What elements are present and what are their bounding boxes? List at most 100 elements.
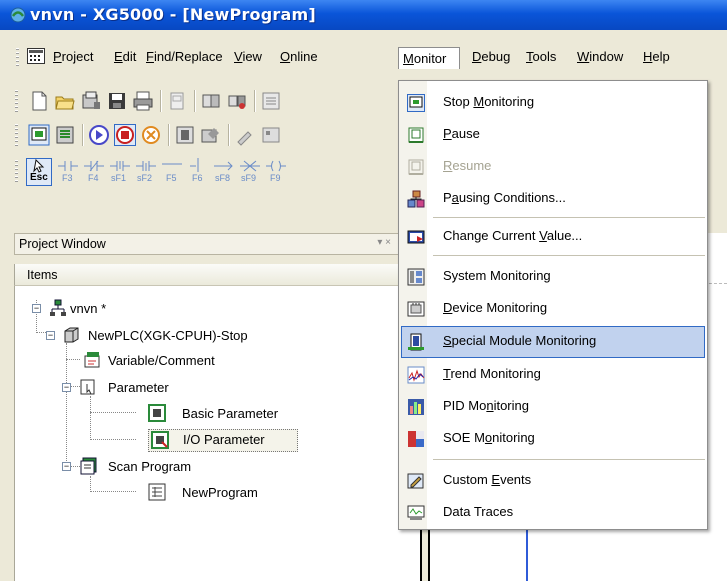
pause-icon[interactable]: [140, 124, 162, 146]
menu-item-label: Change Current Value...: [443, 228, 583, 243]
print-icon[interactable]: [132, 90, 154, 112]
menu-debug[interactable]: Debug: [468, 44, 514, 70]
contact-no-button[interactable]: F3: [56, 158, 80, 186]
open-project-icon[interactable]: [80, 90, 102, 112]
menu-item-label: Special Module Monitoring: [443, 333, 597, 348]
menu-item-data-traces[interactable]: Data Traces: [401, 497, 705, 529]
print-preview-icon[interactable]: [166, 90, 188, 112]
menu-separator: [433, 459, 705, 460]
new-file-icon[interactable]: [28, 90, 50, 112]
items-header-label: Items: [27, 268, 58, 282]
probe-icon[interactable]: [234, 124, 256, 146]
menu-item-label: PID Monitoring: [443, 398, 529, 413]
open-folder-icon[interactable]: [54, 90, 76, 112]
diagnostic-icon[interactable]: [260, 124, 282, 146]
menu-item-label: Pause: [443, 126, 480, 141]
vertical-line-button[interactable]: F6: [186, 158, 210, 186]
tree-label: Variable/Comment: [108, 353, 215, 368]
menu-item-label: System Monitoring: [443, 268, 551, 283]
pulse-contact-icon: [110, 161, 130, 171]
run-icon[interactable]: [88, 124, 110, 146]
start-monitoring-icon[interactable]: [28, 124, 50, 146]
menu-view[interactable]: View: [230, 44, 266, 70]
esc-button[interactable]: Esc: [26, 158, 52, 186]
custom-events-icon: [407, 473, 424, 489]
horizontal-line-button[interactable]: F5: [160, 158, 184, 186]
io-monitor-icon[interactable]: [54, 124, 76, 146]
tree-label: Basic Parameter: [182, 406, 279, 421]
tree-node-variable-comment[interactable]: Variable/Comment: [82, 350, 302, 372]
menu-find-replace[interactable]: Find/Replace: [142, 44, 227, 70]
items-column-header[interactable]: Items: [14, 264, 400, 286]
collapse-icon[interactable]: −: [32, 304, 41, 313]
menu-item-system-monitoring[interactable]: System Monitoring: [401, 261, 705, 293]
ladder-toolbar: Esc F3 F4 sF1 sF2 F5 F6 sF8 sF9 F9: [0, 152, 400, 192]
horizontal-line-icon: [162, 163, 182, 165]
menu-item-label: SOE Monitoring: [443, 430, 535, 445]
continuous-line-button[interactable]: sF8: [212, 158, 236, 186]
menu-item-change-current-value[interactable]: Change Current Value...: [401, 221, 705, 253]
tree-node-project[interactable]: − vnvn *: [18, 298, 218, 320]
menu-item-resume[interactable]: Resume: [401, 151, 705, 183]
tree-connector: [90, 476, 91, 492]
menu-monitor[interactable]: Monitor: [398, 47, 460, 69]
menu-bar: Project Edit Find/Replace View Online Mo…: [0, 44, 727, 70]
menu-item-trend-monitoring[interactable]: Trend Monitoring: [401, 359, 705, 391]
menu-online[interactable]: Online: [276, 44, 322, 70]
tree-node-io-parameter[interactable]: I/O Parameter: [148, 429, 298, 452]
mdi-document-icon[interactable]: [27, 48, 45, 64]
disconnect-icon[interactable]: [226, 90, 248, 112]
menu-item-device-monitoring[interactable]: Device Monitoring: [401, 293, 705, 325]
menu-tools[interactable]: Tools: [522, 44, 560, 70]
tree-label: Parameter: [108, 380, 169, 395]
menu-item-pause[interactable]: Pause: [401, 119, 705, 151]
coil-icon: [266, 160, 286, 172]
collapse-icon[interactable]: −: [46, 331, 55, 340]
menu-project[interactable]: Project: [49, 44, 97, 70]
tree-node-scan-program[interactable]: − Scan Program: [60, 456, 280, 478]
compile-icon[interactable]: [260, 90, 282, 112]
tree-node-plc[interactable]: − NewPLC(XGK-CPUH)-Stop: [36, 325, 356, 347]
negative-pulse-button[interactable]: sF2: [134, 158, 158, 186]
device-monitoring-icon: [407, 301, 425, 317]
menu-edit[interactable]: Edit: [110, 44, 140, 70]
reset-icon[interactable]: [174, 124, 196, 146]
cursor-icon: [33, 159, 45, 173]
connect-icon[interactable]: [200, 90, 222, 112]
menu-item-label: Trend Monitoring: [443, 366, 541, 381]
menu-help[interactable]: Help: [639, 44, 674, 70]
menu-item-label: Device Monitoring: [443, 300, 548, 315]
tree-connector: [90, 412, 136, 413]
menu-item-label: Pausing Conditions...: [443, 190, 566, 205]
pause-icon: [408, 127, 424, 143]
contact-nc-button[interactable]: F4: [82, 158, 106, 186]
monitor-toolbar: [0, 118, 400, 152]
menu-item-soe-monitoring[interactable]: SOE Monitoring: [401, 423, 705, 455]
tree-node-basic-parameter[interactable]: Basic Parameter: [148, 403, 348, 425]
invert-button[interactable]: sF9: [238, 158, 262, 186]
collapse-icon[interactable]: −: [62, 462, 71, 471]
menu-item-custom-events[interactable]: Custom Events: [401, 465, 705, 497]
pausing-conditions-icon: [407, 190, 425, 208]
variable-comment-icon: [84, 352, 100, 368]
menu-item-label: Custom Events: [443, 472, 532, 487]
collapse-icon[interactable]: −: [62, 383, 71, 392]
menu-item-pausing-conditions[interactable]: Pausing Conditions...: [401, 183, 705, 215]
tree-connector: [66, 343, 67, 471]
tree-node-parameter[interactable]: − Parameter: [60, 377, 280, 399]
write-icon[interactable]: [200, 124, 222, 146]
contact-nc-icon: [84, 160, 104, 172]
coil-button[interactable]: F9: [264, 158, 288, 186]
menu-item-stop-monitoring[interactable]: Stop Monitoring: [401, 87, 705, 119]
save-icon[interactable]: [106, 90, 128, 112]
menu-item-special-module-monitoring[interactable]: Special Module Monitoring: [401, 326, 705, 358]
stop-icon[interactable]: [114, 124, 136, 146]
system-monitoring-icon: [407, 268, 425, 286]
positive-pulse-button[interactable]: sF1: [108, 158, 132, 186]
menu-item-pid-monitoring[interactable]: PID Monitoring: [401, 391, 705, 423]
arrow-line-icon: [214, 161, 233, 171]
pin-icon[interactable]: ▾ ×: [377, 237, 391, 248]
tree-node-new-program[interactable]: NewProgram: [148, 482, 348, 504]
menu-window[interactable]: Window: [573, 44, 627, 70]
tree-label: vnvn *: [70, 301, 107, 316]
